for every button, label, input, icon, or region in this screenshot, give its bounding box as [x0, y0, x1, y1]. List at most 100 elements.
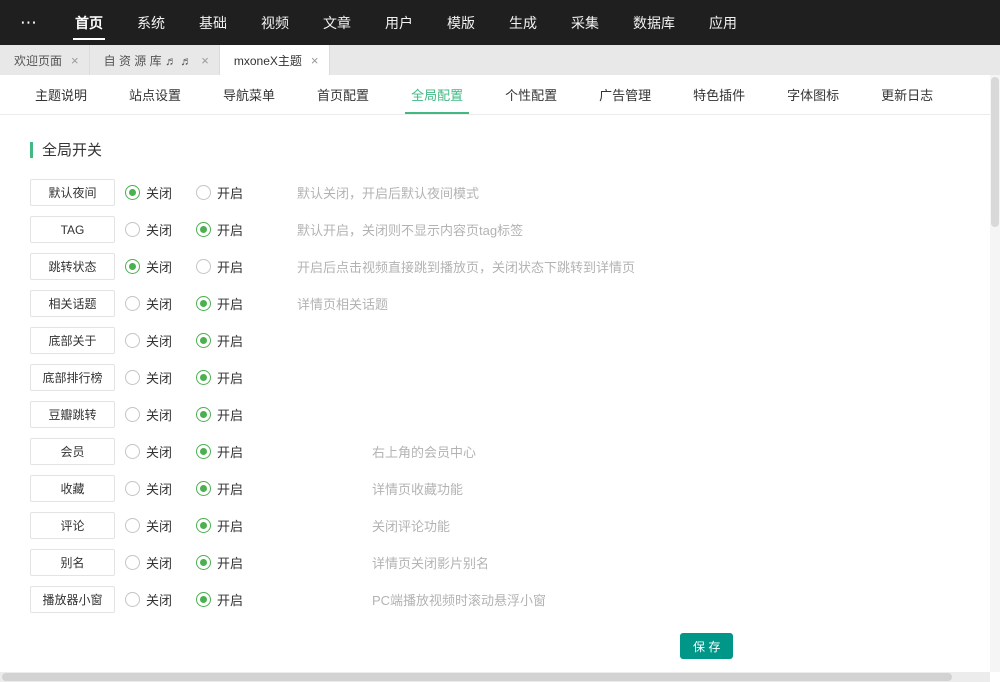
radio-off[interactable]: [125, 592, 140, 607]
radio-option-on[interactable]: 开启: [196, 220, 267, 239]
radio-on[interactable]: [196, 407, 211, 422]
radio-option-off[interactable]: 关闭: [125, 553, 196, 572]
row-label: 底部排行榜: [30, 364, 115, 391]
topnav-item[interactable]: 视频: [244, 0, 306, 45]
radio-option-off[interactable]: 关闭: [125, 516, 196, 535]
subnav-item[interactable]: 站点设置: [115, 75, 195, 114]
vertical-scrollbar[interactable]: [990, 75, 1000, 672]
topnav-item[interactable]: 基础: [182, 0, 244, 45]
topnav-item[interactable]: 系统: [120, 0, 182, 45]
radio-option-off[interactable]: 关闭: [125, 479, 196, 498]
radio-option-off[interactable]: 关闭: [125, 590, 196, 609]
topnav-item[interactable]: 用户: [368, 0, 430, 45]
radio-off[interactable]: [125, 296, 140, 311]
subnav-item[interactable]: 个性配置: [491, 75, 571, 114]
radio-option-off[interactable]: 关闭: [125, 405, 196, 424]
row-desc: PC端播放视频时滚动悬浮小窗: [372, 590, 546, 609]
tab-label: 自 资 源 库 ♬ ♬: [104, 52, 193, 69]
topnav-item[interactable]: 应用: [692, 0, 754, 45]
tab-close-icon[interactable]: ×: [311, 54, 319, 67]
subnav-item[interactable]: 字体图标: [773, 75, 853, 114]
row-desc: 关闭评论功能: [372, 516, 450, 535]
radio-option-on[interactable]: 开启: [196, 590, 267, 609]
radio-option-off[interactable]: 关闭: [125, 368, 196, 387]
main-panel: 全局开关 默认夜间 关闭 开启 默认关闭，开启后默认夜间模式 TAG 关闭 开启…: [0, 115, 1000, 659]
radio-option-off[interactable]: 关闭: [125, 220, 196, 239]
topnav-item[interactable]: 数据库: [616, 0, 692, 45]
radio-option-on[interactable]: 开启: [196, 331, 267, 350]
radio-on[interactable]: [196, 222, 211, 237]
radio-off-label: 关闭: [146, 553, 172, 572]
topnav-item[interactable]: 生成: [492, 0, 554, 45]
radio-off[interactable]: [125, 518, 140, 533]
tab-close-icon[interactable]: ×: [201, 54, 209, 67]
row-label: 会员: [30, 438, 115, 465]
radio-on[interactable]: [196, 370, 211, 385]
radio-on[interactable]: [196, 518, 211, 533]
radio-option-off[interactable]: 关闭: [125, 331, 196, 350]
setting-row: 会员 关闭 开启 右上角的会员中心: [30, 433, 1000, 470]
subnav-item[interactable]: 首页配置: [303, 75, 383, 114]
radio-off[interactable]: [125, 555, 140, 570]
radio-option-off[interactable]: 关闭: [125, 183, 196, 202]
row-label: 评论: [30, 512, 115, 539]
radio-off-label: 关闭: [146, 331, 172, 350]
more-menu-button[interactable]: ⋯: [0, 0, 58, 45]
radio-option-on[interactable]: 开启: [196, 405, 267, 424]
radio-option-on[interactable]: 开启: [196, 183, 267, 202]
radio-option-off[interactable]: 关闭: [125, 442, 196, 461]
radio-option-on[interactable]: 开启: [196, 257, 267, 276]
radio-option-off[interactable]: 关闭: [125, 257, 196, 276]
radio-option-on[interactable]: 开启: [196, 442, 267, 461]
subnav-item[interactable]: 全局配置: [397, 75, 477, 114]
radio-option-on[interactable]: 开启: [196, 368, 267, 387]
radio-on[interactable]: [196, 592, 211, 607]
tab[interactable]: 自 资 源 库 ♬ ♬ ×: [90, 45, 220, 75]
subnav-item[interactable]: 主题说明: [21, 75, 101, 114]
radio-on[interactable]: [196, 259, 211, 274]
radio-on[interactable]: [196, 333, 211, 348]
subnav-item[interactable]: 导航菜单: [209, 75, 289, 114]
radio-option-on[interactable]: 开启: [196, 553, 267, 572]
radio-off[interactable]: [125, 444, 140, 459]
tab[interactable]: 欢迎页面 ×: [0, 45, 90, 75]
radio-on[interactable]: [196, 444, 211, 459]
setting-row: 播放器小窗 关闭 开启 PC端播放视频时滚动悬浮小窗: [30, 581, 1000, 618]
horizontal-scrollbar[interactable]: [0, 672, 990, 682]
row-desc: 默认关闭，开启后默认夜间模式: [297, 183, 479, 202]
radio-option-on[interactable]: 开启: [196, 479, 267, 498]
radio-off[interactable]: [125, 222, 140, 237]
topnav-item[interactable]: 采集: [554, 0, 616, 45]
tab[interactable]: mxoneX主题 ×: [220, 45, 330, 75]
section-title-wrap: 全局开关: [30, 139, 1000, 160]
subnav-item[interactable]: 广告管理: [585, 75, 665, 114]
radio-option-off[interactable]: 关闭: [125, 294, 196, 313]
tab-close-icon[interactable]: ×: [71, 54, 79, 67]
radio-off[interactable]: [125, 259, 140, 274]
radio-off[interactable]: [125, 185, 140, 200]
horizontal-scrollbar-thumb[interactable]: [2, 673, 952, 681]
save-button[interactable]: 保 存: [680, 633, 733, 659]
radio-off[interactable]: [125, 333, 140, 348]
radio-on[interactable]: [196, 555, 211, 570]
subnav-item[interactable]: 特色插件: [679, 75, 759, 114]
topnav-item[interactable]: 文章: [306, 0, 368, 45]
radio-on[interactable]: [196, 296, 211, 311]
radio-off-label: 关闭: [146, 368, 172, 387]
topnav-item[interactable]: 模版: [430, 0, 492, 45]
radio-off[interactable]: [125, 370, 140, 385]
radio-on[interactable]: [196, 185, 211, 200]
subnav-item[interactable]: 更新日志: [867, 75, 947, 114]
radio-option-on[interactable]: 开启: [196, 516, 267, 535]
vertical-scrollbar-thumb[interactable]: [991, 77, 999, 227]
topnav-item[interactable]: 首页: [58, 0, 120, 45]
radio-off[interactable]: [125, 407, 140, 422]
radio-on-label: 开启: [217, 257, 243, 276]
row-desc: 详情页关闭影片别名: [372, 553, 489, 572]
radio-on-label: 开启: [217, 368, 243, 387]
radio-off[interactable]: [125, 481, 140, 496]
setting-row: 豆瓣跳转 关闭 开启: [30, 396, 1000, 433]
row-desc: 详情页相关话题: [297, 294, 388, 313]
radio-on[interactable]: [196, 481, 211, 496]
radio-option-on[interactable]: 开启: [196, 294, 267, 313]
